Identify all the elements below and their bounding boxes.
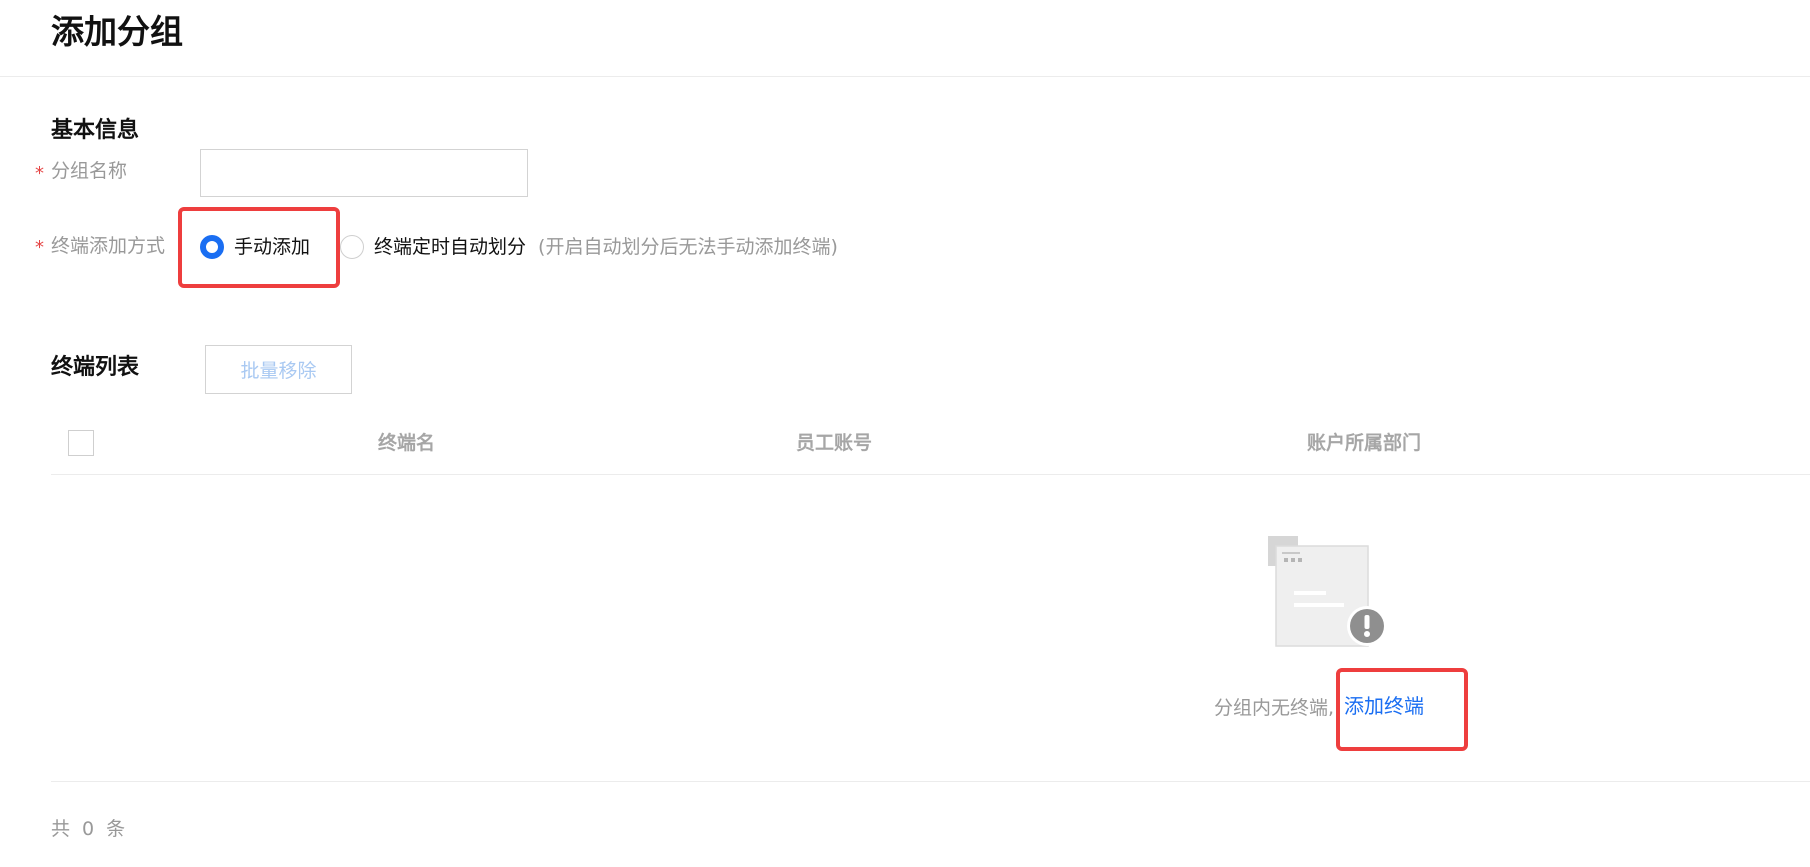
basic-info-title: 基本信息	[51, 118, 140, 143]
add-group-page: 添加分组 基本信息 * 分组名称 * 终端添加方式 手动添加 终端定时自动划分 …	[0, 0, 1810, 867]
radio-auto-divide[interactable]: 终端定时自动划分	[340, 234, 526, 260]
page-title: 添加分组	[51, 12, 183, 51]
column-terminal-name[interactable]: 终端名	[378, 430, 435, 456]
add-terminal-link[interactable]: 添加终端	[1344, 693, 1424, 719]
radio-checked-icon[interactable]	[200, 235, 224, 259]
terminal-list-title: 终端列表	[51, 355, 140, 380]
column-account-department[interactable]: 账户所属部门	[1307, 430, 1421, 456]
group-name-label: 分组名称	[51, 160, 128, 182]
column-employee-account[interactable]: 员工账号	[796, 430, 872, 456]
list-divider	[51, 781, 1810, 782]
radio-unchecked-icon[interactable]	[340, 235, 365, 259]
add-method-label: 终端添加方式	[51, 235, 166, 257]
batch-remove-button[interactable]: 批量移除	[205, 345, 352, 394]
empty-document-warning-icon	[1268, 536, 1387, 647]
add-method-radio-group: 手动添加 终端定时自动划分 (开启自动划分后无法手动添加终端)	[200, 232, 838, 262]
radio-auto-divide-label: 终端定时自动划分	[374, 236, 527, 258]
radio-manual-add[interactable]: 手动添加	[200, 234, 310, 260]
empty-state-text: 分组内无终端,	[1214, 697, 1335, 719]
radio-manual-add-label: 手动添加	[234, 236, 311, 258]
required-mark: *	[35, 237, 44, 258]
required-mark: *	[35, 163, 44, 184]
add-method-hint: (开启自动划分后无法手动添加终端)	[538, 236, 838, 258]
total-count: 共 0 条	[51, 818, 126, 840]
group-name-input[interactable]	[200, 149, 528, 197]
table-header: 终端名 员工账号 账户所属部门	[51, 416, 1810, 475]
page-header: 添加分组	[0, 0, 1810, 77]
select-all-checkbox[interactable]	[68, 430, 94, 456]
